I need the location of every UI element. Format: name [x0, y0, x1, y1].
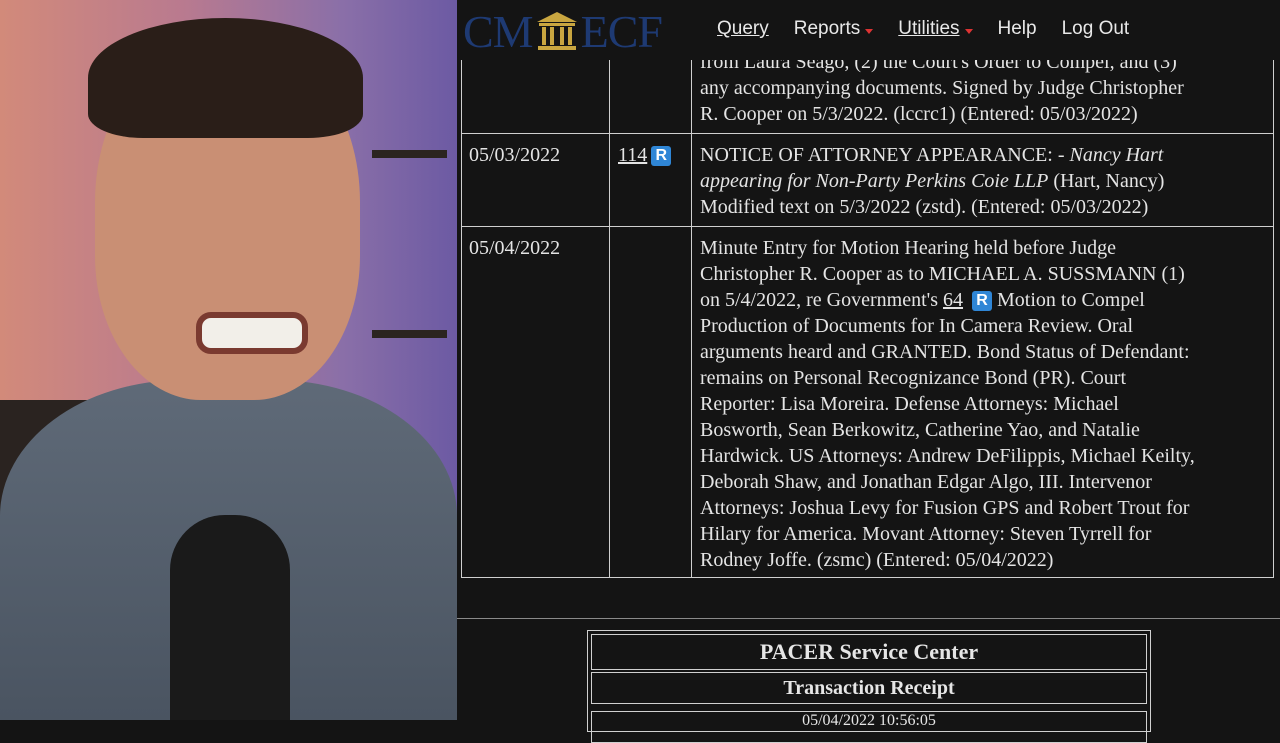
- docket-text-italic: Nancy Hart: [1069, 144, 1164, 166]
- cmecf-window: from Laura Seago, (2) the Court's Order …: [457, 0, 1280, 743]
- restricted-r-icon[interactable]: R: [972, 291, 993, 311]
- menu-help[interactable]: Help: [998, 18, 1037, 40]
- page-separator: [457, 618, 1280, 619]
- docket-text-part: on 5/4/2022, re Government's: [700, 289, 944, 311]
- pacer-subtitle: Transaction Receipt: [591, 672, 1147, 704]
- pacer-receipt: PACER Service Center Transaction Receipt…: [587, 630, 1151, 743]
- background-shelf: [372, 330, 447, 338]
- menu-query[interactable]: Query: [717, 18, 769, 40]
- docket-number: 114 R: [618, 142, 672, 168]
- docket-text: Reporter: Lisa Moreira. Defense Attorney…: [700, 393, 1119, 415]
- docket-text: Christopher R. Cooper as to MICHAEL A. S…: [700, 263, 1185, 285]
- docket-text-part: Motion to Compel: [992, 289, 1145, 311]
- logo-text-cm: CM: [463, 5, 534, 57]
- docket-text-part: (Hart, Nancy): [1048, 170, 1165, 192]
- docket-text: Hardwick. US Attorneys: Andrew DeFilippi…: [700, 445, 1195, 467]
- docket-text: Modified text on 5/3/2022 (zstd). (Enter…: [700, 196, 1149, 218]
- table-border: [461, 577, 1274, 578]
- docket-text: Bosworth, Sean Berkowitz, Catherine Yao,…: [700, 419, 1140, 441]
- pacer-title: PACER Service Center: [591, 634, 1147, 670]
- docket-text: remains on Personal Recognizance Bond (P…: [700, 367, 1127, 389]
- menu-label: Utilities: [898, 18, 960, 39]
- docket-text: arguments heard and GRANTED. Bond Status…: [700, 341, 1190, 363]
- menu-label: Query: [717, 18, 769, 39]
- microphone: [170, 515, 290, 720]
- menu-label: Help: [997, 18, 1037, 39]
- docket-text: Deborah Shaw, and Jonathan Edgar Algo, I…: [700, 471, 1152, 493]
- top-nav-bar: CM ECF Query Reports Utilities Help Log …: [457, 0, 1280, 60]
- menu-label: Reports: [793, 18, 861, 39]
- table-border: [461, 133, 1274, 134]
- docket-text: Attorneys: Joshua Levy for Fusion GPS an…: [700, 497, 1190, 519]
- dropdown-caret-icon: [964, 28, 973, 34]
- courthouse-icon: [536, 12, 577, 50]
- docket-text: Hilary for America. Movant Attorney: Ste…: [700, 523, 1152, 545]
- docket-text: R. Cooper on 5/3/2022. (lccrc1) (Entered…: [700, 103, 1138, 125]
- menu-logout[interactable]: Log Out: [1062, 18, 1130, 40]
- dropdown-caret-icon: [865, 28, 874, 34]
- menu-utilities[interactable]: Utilities: [898, 18, 973, 40]
- document-link[interactable]: 114: [618, 144, 647, 166]
- table-border: [1273, 60, 1274, 578]
- docket-text: on 5/4/2022, re Government's 64 R Motion…: [700, 287, 1145, 313]
- main-menu: Query Reports Utilities Help Log Out: [717, 18, 1154, 40]
- docket-text: any accompanying documents. Signed by Ju…: [700, 77, 1184, 99]
- pacer-timestamp: 05/04/2022 10:56:05: [591, 711, 1147, 743]
- docket-text: Rodney Joffe. (zsmc) (Entered: 05/04/202…: [700, 549, 1054, 571]
- docket-text: Production of Documents for In Camera Re…: [700, 315, 1134, 337]
- webcam-feed: [0, 0, 457, 720]
- docket-text-part: NOTICE OF ATTORNEY APPEARANCE: -: [700, 144, 1070, 166]
- docket-text: appearing for Non-Party Perkins Coie LLP…: [700, 168, 1164, 194]
- table-border: [691, 60, 692, 578]
- docket-text-italic: appearing for Non-Party Perkins Coie LLP: [700, 170, 1049, 192]
- docket-date: 05/03/2022: [469, 144, 561, 166]
- docket-text: NOTICE OF ATTORNEY APPEARANCE: - Nancy H…: [700, 142, 1163, 168]
- table-border: [461, 60, 462, 578]
- docket-text: Minute Entry for Motion Hearing held bef…: [700, 237, 1117, 259]
- logo-text-ecf: ECF: [580, 5, 663, 57]
- menu-label: Log Out: [1061, 18, 1130, 39]
- presenter-hair: [88, 18, 363, 138]
- cmecf-logo[interactable]: CM ECF: [463, 5, 663, 57]
- menu-reports[interactable]: Reports: [794, 18, 874, 40]
- background-shelf: [372, 150, 447, 158]
- table-border: [461, 226, 1274, 227]
- restricted-r-icon[interactable]: R: [651, 146, 672, 166]
- presenter-mouth: [196, 312, 308, 354]
- document-link[interactable]: 64: [943, 289, 963, 311]
- docket-date: 05/04/2022: [469, 237, 561, 259]
- table-border: [609, 60, 610, 578]
